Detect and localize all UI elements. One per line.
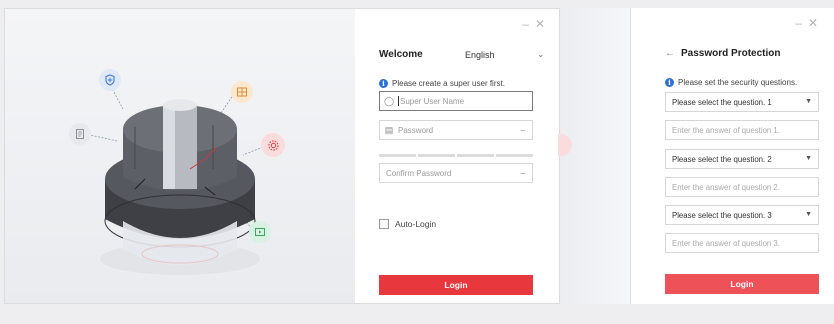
login-panel: –✕ Welcome English ⌄ i Please create a s… xyxy=(355,9,559,303)
chevron-down-icon[interactable]: ⌄ xyxy=(537,49,545,60)
question-select-label: Please select the question. 3 xyxy=(672,210,772,220)
welcome-row: Welcome English ⌄ xyxy=(379,49,545,65)
info-text: Please set the security questions. xyxy=(678,78,798,87)
lock-icon: ▤ xyxy=(384,124,394,135)
page-title-text: Password Protection xyxy=(681,48,781,59)
question-select-2[interactable]: Please select the question. 2 ▼ xyxy=(665,149,819,169)
question-select-3[interactable]: Please select the question. 3 ▼ xyxy=(665,205,819,225)
username-field[interactable]: ◯ Super User Name xyxy=(379,91,533,111)
info-icon: i xyxy=(665,78,674,87)
checkbox-box[interactable] xyxy=(379,219,389,229)
question-select-label: Please select the question. 1 xyxy=(672,97,772,107)
close-button[interactable]: ✕ xyxy=(808,16,824,30)
page-title: ← Password Protection xyxy=(665,48,780,59)
answer-input-1[interactable]: Enter the answer of question 1. xyxy=(665,120,819,140)
login-window: –✕ Welcome English ⌄ i Please create a s… xyxy=(4,8,560,304)
camera-grid-icon xyxy=(231,81,253,103)
close-button[interactable]: ✕ xyxy=(535,17,551,31)
language-select[interactable]: English xyxy=(465,50,495,60)
window-controls: –✕ xyxy=(522,17,551,31)
device-illustration xyxy=(5,9,355,303)
dropdown-icon[interactable]: ▼ xyxy=(805,155,812,162)
password-field[interactable]: ▤ Password ⌣ xyxy=(379,120,533,140)
confirm-password-field[interactable]: Confirm Password ⌣ xyxy=(379,163,533,183)
info-message: i Please create a super user first. xyxy=(379,79,505,88)
welcome-title: Welcome xyxy=(379,49,423,60)
password-strength-bar xyxy=(379,154,533,157)
answer-placeholder: Enter the answer of question 1. xyxy=(672,125,780,135)
text-caret xyxy=(398,96,399,106)
strength-segment xyxy=(457,154,494,157)
login-button[interactable]: Login xyxy=(665,274,819,294)
strength-segment xyxy=(496,154,533,157)
strength-segment xyxy=(418,154,455,157)
username-placeholder: Super User Name xyxy=(400,96,465,106)
eye-icon[interactable]: ⌣ xyxy=(514,168,532,179)
login-button[interactable]: Login xyxy=(379,275,533,295)
document-icon xyxy=(69,123,91,145)
window-controls: –✕ xyxy=(795,16,824,30)
gear-icon xyxy=(261,133,285,157)
answer-input-2[interactable]: Enter the answer of question 2. xyxy=(665,177,819,197)
info-text: Please create a super user first. xyxy=(392,79,505,88)
answer-input-3[interactable]: Enter the answer of question 3. xyxy=(665,233,819,253)
play-icon xyxy=(249,221,271,243)
auto-login-checkbox[interactable]: Auto-Login xyxy=(379,219,436,229)
back-arrow-icon[interactable]: ← xyxy=(665,48,675,59)
info-message: i Please set the security questions. xyxy=(665,78,797,87)
eye-icon[interactable]: ⌣ xyxy=(514,125,532,136)
dropdown-icon[interactable]: ▼ xyxy=(805,98,812,105)
strength-segment xyxy=(379,154,416,157)
dropdown-icon[interactable]: ▼ xyxy=(805,211,812,218)
user-icon: ◯ xyxy=(383,95,395,106)
confirm-placeholder: Confirm Password xyxy=(386,168,452,178)
minimize-button[interactable]: – xyxy=(522,17,535,31)
answer-placeholder: Enter the answer of question 3. xyxy=(672,238,780,248)
password-placeholder: Password xyxy=(398,125,434,135)
minimize-button[interactable]: – xyxy=(795,16,808,30)
auto-login-label: Auto-Login xyxy=(395,219,437,229)
password-protection-window: –✕ ← Password Protection i Please set th… xyxy=(630,8,834,304)
question-select-label: Please select the question. 2 xyxy=(672,154,772,164)
gear-icon xyxy=(558,134,572,156)
background-strip xyxy=(558,8,630,304)
question-select-1[interactable]: Please select the question. 1 ▼ xyxy=(665,92,819,112)
shield-icon xyxy=(99,69,121,91)
info-icon: i xyxy=(379,79,388,88)
answer-placeholder: Enter the answer of question 2. xyxy=(672,182,780,192)
